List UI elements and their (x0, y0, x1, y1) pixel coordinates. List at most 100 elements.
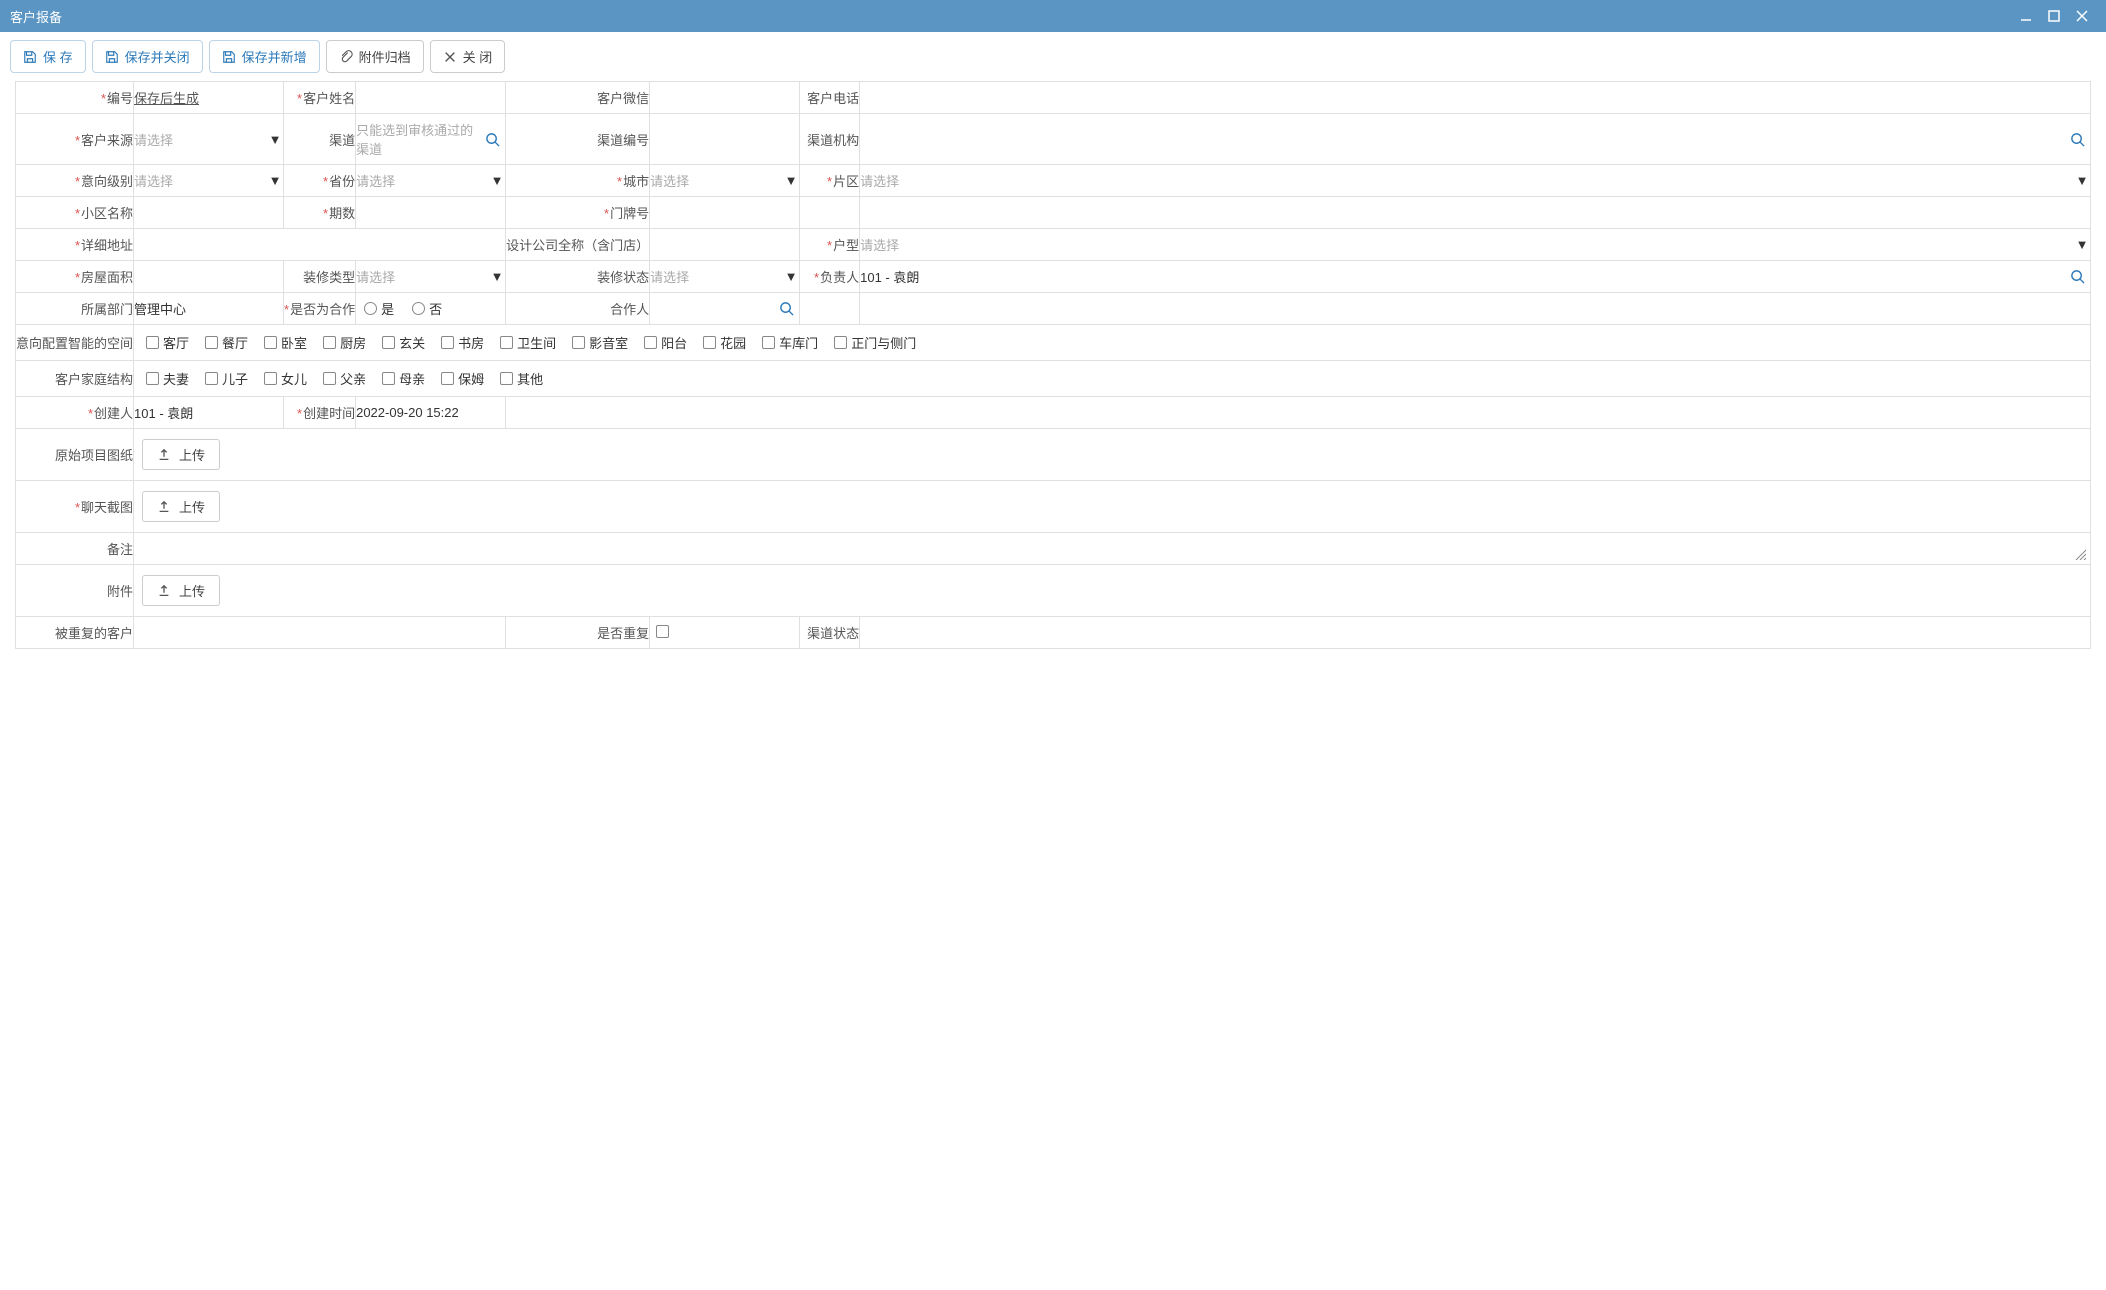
radio-icon (364, 302, 377, 315)
save-close-button[interactable]: 保存并关闭 (92, 40, 203, 73)
spaces-checkbox-group: 客厅餐厅卧室厨房玄关书房卫生间影音室阳台花园车库门正门与侧门 (134, 325, 2090, 360)
caret-down-icon: ▼ (489, 269, 505, 284)
close-button[interactable]: 关 闭 (430, 40, 506, 73)
close-window-button[interactable] (2068, 2, 2096, 30)
spaces-option[interactable]: 客厅 (146, 333, 189, 352)
spaces-option[interactable]: 厨房 (323, 333, 366, 352)
channel-org-lookup[interactable] (860, 132, 2090, 147)
customer-name-input[interactable] (356, 84, 505, 111)
family-option[interactable]: 父亲 (323, 369, 366, 388)
spaces-option[interactable]: 玄关 (382, 333, 425, 352)
design-company-input[interactable] (650, 231, 799, 258)
partner-lookup[interactable] (650, 301, 799, 316)
save-icon (105, 50, 119, 64)
minimize-button[interactable] (2012, 2, 2040, 30)
save-icon (23, 50, 37, 64)
province-select[interactable]: 请选择▼ (356, 165, 505, 196)
spaces-option[interactable]: 书房 (441, 333, 484, 352)
resize-handle-icon[interactable] (2074, 548, 2086, 560)
upload-icon (157, 500, 171, 514)
caret-down-icon: ▼ (2074, 237, 2090, 252)
door-no-input[interactable] (650, 199, 799, 226)
label-orig-drawing: 原始项目图纸 (55, 448, 133, 463)
creator-value: 101 - 袁朗 (134, 406, 193, 421)
label-channel-no: 渠道编号 (597, 133, 649, 148)
label-house-type: 户型 (827, 238, 859, 253)
paperclip-icon (339, 50, 353, 64)
id-value: 保存后生成 (134, 91, 199, 106)
checkbox-icon (703, 336, 716, 349)
remark-textarea[interactable] (134, 533, 2091, 565)
spaces-option[interactable]: 卧室 (264, 333, 307, 352)
community-input[interactable] (134, 199, 283, 226)
is-dup-checkbox[interactable] (656, 625, 669, 638)
checkbox-icon (441, 372, 454, 385)
checkbox-icon (323, 336, 336, 349)
spaces-option[interactable]: 正门与侧门 (834, 333, 916, 352)
radio-icon (412, 302, 425, 315)
city-select[interactable]: 请选择▼ (650, 165, 799, 196)
owner-lookup[interactable]: 101 - 袁朗 (860, 261, 2090, 292)
label-dup-customer: 被重复的客户 (55, 626, 133, 641)
attachment-upload-button[interactable]: 上传 (142, 575, 220, 606)
spaces-option[interactable]: 影音室 (572, 333, 628, 352)
label-is-dup: 是否重复 (597, 626, 649, 641)
channel-no-input[interactable] (650, 126, 799, 153)
family-option[interactable]: 夫妻 (146, 369, 189, 388)
checkbox-icon (382, 372, 395, 385)
search-icon (2070, 132, 2090, 147)
is-partner-no[interactable]: 否 (412, 299, 442, 318)
family-option[interactable]: 女儿 (264, 369, 307, 388)
created-at-value: 2022-09-20 15:22 (356, 405, 459, 420)
label-address: 详细地址 (75, 238, 133, 253)
checkbox-icon (264, 336, 277, 349)
caret-down-icon: ▼ (267, 173, 283, 188)
checkbox-icon (500, 372, 513, 385)
wechat-input[interactable] (650, 84, 799, 111)
address-input[interactable] (134, 231, 505, 258)
region-select[interactable]: 请选择▼ (860, 165, 2090, 196)
is-partner-radio-group: 是 否 (356, 299, 505, 318)
orig-drawing-upload-button[interactable]: 上传 (142, 439, 220, 470)
chat-shot-upload-button[interactable]: 上传 (142, 491, 220, 522)
family-option[interactable]: 其他 (500, 369, 543, 388)
label-channel-status: 渠道状态 (807, 626, 859, 641)
house-type-select[interactable]: 请选择▼ (860, 229, 2090, 260)
channel-status-input[interactable] (860, 619, 2090, 646)
spaces-option[interactable]: 餐厅 (205, 333, 248, 352)
label-created-at: 创建时间 (297, 406, 355, 421)
label-design-company: 设计公司全称（含门店） (506, 238, 649, 253)
maximize-button[interactable] (2040, 2, 2068, 30)
area-input[interactable] (134, 263, 283, 290)
family-option[interactable]: 母亲 (382, 369, 425, 388)
label-area: 房屋面积 (75, 270, 133, 285)
channel-lookup[interactable]: 只能选到审核通过的渠道 (356, 114, 505, 164)
toolbar: 保 存 保存并关闭 保存并新增 附件归档 关 闭 (0, 32, 2106, 81)
label-customer-name: 客户姓名 (297, 91, 355, 106)
is-partner-yes[interactable]: 是 (364, 299, 394, 318)
spaces-option[interactable]: 卫生间 (500, 333, 556, 352)
label-channel-org: 渠道机构 (807, 133, 859, 148)
label-partner: 合作人 (610, 302, 649, 317)
close-icon (443, 50, 457, 64)
attachment-archive-button[interactable]: 附件归档 (326, 40, 424, 73)
spaces-option[interactable]: 阳台 (644, 333, 687, 352)
family-option[interactable]: 儿子 (205, 369, 248, 388)
label-creator: 创建人 (88, 406, 133, 421)
period-input[interactable] (356, 199, 505, 226)
source-select[interactable]: 请选择▼ (134, 124, 283, 155)
spaces-option[interactable]: 车库门 (762, 333, 818, 352)
deco-type-select[interactable]: 请选择▼ (356, 261, 505, 292)
dup-customer-input[interactable] (134, 619, 505, 646)
checkbox-icon (323, 372, 336, 385)
label-family: 客户家庭结构 (55, 372, 133, 387)
window-title: 客户报备 (10, 7, 2012, 26)
intent-level-select[interactable]: 请选择▼ (134, 165, 283, 196)
save-button[interactable]: 保 存 (10, 40, 86, 73)
family-option[interactable]: 保姆 (441, 369, 484, 388)
deco-status-select[interactable]: 请选择▼ (650, 261, 799, 292)
phone-input[interactable] (860, 84, 2090, 111)
spaces-option[interactable]: 花园 (703, 333, 746, 352)
save-new-button[interactable]: 保存并新增 (209, 40, 320, 73)
checkbox-icon (644, 336, 657, 349)
